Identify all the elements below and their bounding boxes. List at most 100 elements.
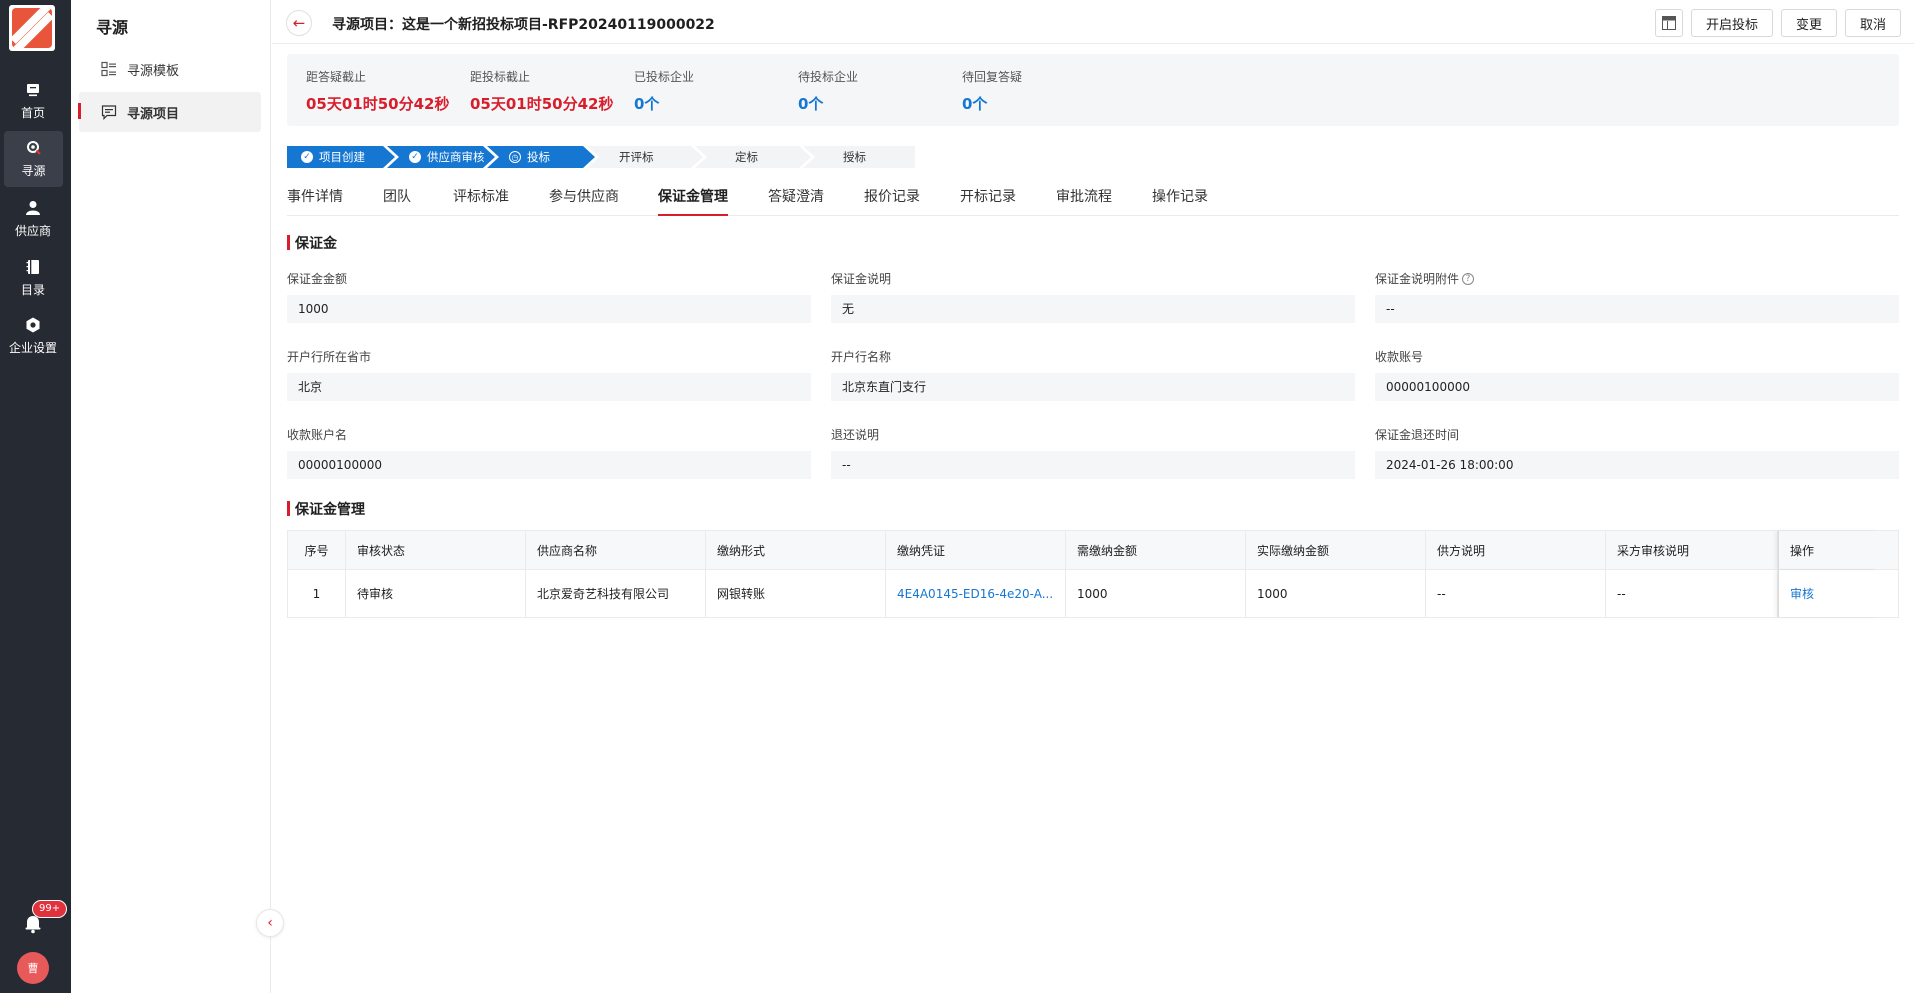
tab-operation-log[interactable]: 操作记录 <box>1152 186 1208 216</box>
tab-participating-suppliers[interactable]: 参与供应商 <box>549 186 619 216</box>
tab-quote-records[interactable]: 报价记录 <box>864 186 920 216</box>
payment-voucher-link[interactable]: 4E4A0145-ED16-4e20-A... <box>886 570 1066 617</box>
step-award-decision: 定标 <box>695 146 811 168</box>
rail-item-supplier[interactable]: 供应商 <box>0 191 66 247</box>
arrow-left-icon: ← <box>292 14 306 32</box>
table-cell-actual-amount: 1000 <box>1246 570 1426 617</box>
table-row: 1 待审核 北京爱奇艺科技有限公司 网银转账 4E4A0145-ED16-4e2… <box>288 570 1898 617</box>
table-cell-supplier-note: -- <box>1426 570 1606 617</box>
stat-label: 已投标企业 <box>634 70 695 84</box>
stat-value[interactable]: 0个 <box>634 93 694 114</box>
rail-item-label: 供应商 <box>14 224 51 238</box>
header-actions: 开启投标 变更 取消 <box>1654 9 1901 37</box>
field-value: 北京东直门支行 <box>831 373 1355 401</box>
step-opening: 开评标 <box>587 146 703 168</box>
rail-item-label: 目录 <box>20 283 45 297</box>
tab-team[interactable]: 团队 <box>383 186 411 216</box>
help-icon[interactable]: ? <box>1462 272 1475 285</box>
field-value: -- <box>831 451 1355 479</box>
tab-event-details[interactable]: 事件详情 <box>287 186 343 216</box>
step-supplier-review: ✓ 供应商审核 <box>387 146 495 168</box>
stat-value[interactable]: 0个 <box>798 93 858 114</box>
field-value: 1000 <box>287 295 811 323</box>
tab-bar: 事件详情 团队 评标标准 参与供应商 保证金管理 答疑澄清 报价记录 开标记录 … <box>287 184 1899 216</box>
column-header: 实际缴纳金额 <box>1246 531 1426 569</box>
step-label: 投标 <box>527 150 550 164</box>
clock-icon: ◷ <box>509 151 521 163</box>
settings-icon <box>26 317 40 333</box>
tab-approval-flow[interactable]: 审批流程 <box>1056 186 1112 216</box>
deposit-section-title: 保证金 <box>287 233 337 253</box>
app-rail: 首页 寻源 供应商 目录 企业设置 99+ 曹 <box>0 0 71 993</box>
step-label: 开评标 <box>619 150 654 164</box>
tab-deposit-management[interactable]: 保证金管理 <box>658 186 728 216</box>
cancel-button[interactable]: 取消 <box>1844 9 1901 37</box>
review-button[interactable]: 审核 <box>1778 570 1878 617</box>
column-header: 审核状态 <box>346 531 526 569</box>
page-title: 寻源项目：这是一个新招投标项目-RFP20240119000022 <box>332 17 715 33</box>
stat-bid-deadline: 距投标截止 05天01时50分42秒 <box>470 68 614 114</box>
stat-label: 待回复答疑 <box>962 70 1023 84</box>
rail-item-label: 首页 <box>20 106 45 120</box>
table-cell-buyer-note: -- <box>1606 570 1778 617</box>
app-logo[interactable] <box>9 5 55 51</box>
deposit-table: 序号 审核状态 供应商名称 缴纳形式 缴纳凭证 需缴纳金额 实际缴纳金额 供方说… <box>287 530 1899 618</box>
tab-evaluation-criteria[interactable]: 评标标准 <box>453 186 509 216</box>
stat-bidded-companies: 已投标企业 0个 <box>634 68 694 114</box>
field-label: 开户行名称 <box>831 350 892 364</box>
page-header: ← 寻源项目：这是一个新招投标项目-RFP20240119000022 开启投标… <box>272 0 1914 44</box>
field-value: 2024-01-26 18:00:00 <box>1375 451 1899 479</box>
sidebar-item-project[interactable]: 寻源项目 <box>78 92 261 132</box>
stats-panel: 距答疑截止 05天01时50分42秒 距投标截止 05天01时50分42秒 已投… <box>287 54 1899 126</box>
table-cell-supplier: 北京爱奇艺科技有限公司 <box>526 570 706 617</box>
sidebar-item-template[interactable]: 寻源模板 <box>79 49 261 89</box>
field-value: 00000100000 <box>287 451 811 479</box>
rail-item-catalog[interactable]: 目录 <box>0 250 66 306</box>
field-label-row: 保证金说明附件? <box>1375 270 1899 287</box>
home-icon <box>27 84 39 97</box>
tab-opening-records[interactable]: 开标记录 <box>960 186 1016 216</box>
back-button[interactable]: ← <box>286 10 312 36</box>
layout-toggle-button[interactable] <box>1654 9 1683 37</box>
check-icon: ✓ <box>409 151 421 163</box>
management-section-title: 保证金管理 <box>287 499 365 519</box>
field-account-number: 收款账号 00000100000 <box>1375 348 1899 401</box>
start-bidding-button[interactable]: 开启投标 <box>1690 9 1773 37</box>
column-header: 采方审核说明 <box>1606 531 1778 569</box>
column-header: 序号 <box>288 531 346 569</box>
stat-value: 05天01时50分42秒 <box>306 95 450 113</box>
field-deposit-description: 保证金说明 无 <box>831 270 1355 323</box>
sidebar-item-label: 寻源模板 <box>127 63 180 79</box>
column-header: 供方说明 <box>1426 531 1606 569</box>
stat-label: 距投标截止 <box>470 70 531 84</box>
field-label: 保证金退还时间 <box>1375 428 1460 442</box>
column-header: 需缴纳金额 <box>1066 531 1246 569</box>
sidebar-title: 寻源 <box>96 18 129 37</box>
rail-item-home[interactable]: 首页 <box>0 73 66 129</box>
table-cell-status: 待审核 <box>346 570 526 617</box>
field-deposit-attachment: 保证金说明附件? -- <box>1375 270 1899 323</box>
table-cell-required-amount: 1000 <box>1066 570 1246 617</box>
field-deposit-amount: 保证金金额 1000 <box>287 270 811 323</box>
step-label: 定标 <box>735 150 758 164</box>
layout-icon <box>1661 16 1676 30</box>
field-label: 保证金金额 <box>287 272 348 286</box>
step-label: 项目创建 <box>319 150 365 164</box>
avatar[interactable]: 曹 <box>17 952 49 984</box>
field-bank-province: 开户行所在省市 北京 <box>287 348 811 401</box>
rail-item-label: 寻源 <box>21 164 46 178</box>
sidebar-item-label: 寻源项目 <box>127 106 180 122</box>
change-button[interactable]: 变更 <box>1780 9 1837 37</box>
check-icon: ✓ <box>301 151 313 163</box>
stat-value[interactable]: 0个 <box>962 93 1022 114</box>
column-header: 缴纳形式 <box>706 531 886 569</box>
tab-qa-clarification[interactable]: 答疑澄清 <box>768 186 824 216</box>
stat-value: 05天01时50分42秒 <box>470 95 614 113</box>
stat-label: 距答疑截止 <box>306 70 367 84</box>
search-icon <box>26 141 41 155</box>
field-value: 无 <box>831 295 1355 323</box>
rail-item-sourcing[interactable]: 寻源 <box>4 131 63 187</box>
field-label: 保证金说明附件 <box>1375 272 1460 286</box>
rail-item-settings[interactable]: 企业设置 <box>0 308 66 364</box>
catalog-icon <box>26 260 39 274</box>
